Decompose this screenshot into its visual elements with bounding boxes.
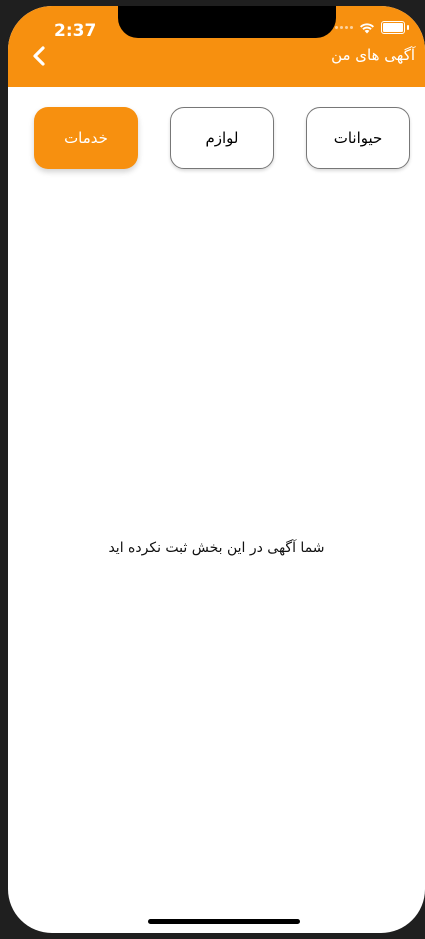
battery-icon: [381, 21, 405, 34]
app-header: 2:37 آگهی های من: [8, 6, 425, 87]
battery-tip: [407, 25, 409, 30]
category-services-button[interactable]: خدمات: [34, 107, 138, 169]
page-title: آگهی های من: [331, 46, 415, 64]
device-notch: [118, 6, 336, 38]
category-supplies-button[interactable]: لوازم: [170, 107, 274, 169]
category-animals-button[interactable]: حیوانات: [306, 107, 410, 169]
wifi-icon: [360, 22, 374, 33]
home-indicator[interactable]: [148, 919, 300, 924]
empty-state-message: شما آگهی در این بخش ثبت نکرده اید: [108, 540, 325, 556]
signal-icon: [335, 25, 353, 31]
phone-screen: 2:37 آگهی های من خدمات لوازم حیوانات شما…: [8, 6, 425, 933]
chevron-left-icon: [33, 46, 45, 66]
back-button[interactable]: [28, 44, 52, 68]
status-time: 2:37: [54, 21, 97, 41]
status-icons: [335, 21, 409, 34]
